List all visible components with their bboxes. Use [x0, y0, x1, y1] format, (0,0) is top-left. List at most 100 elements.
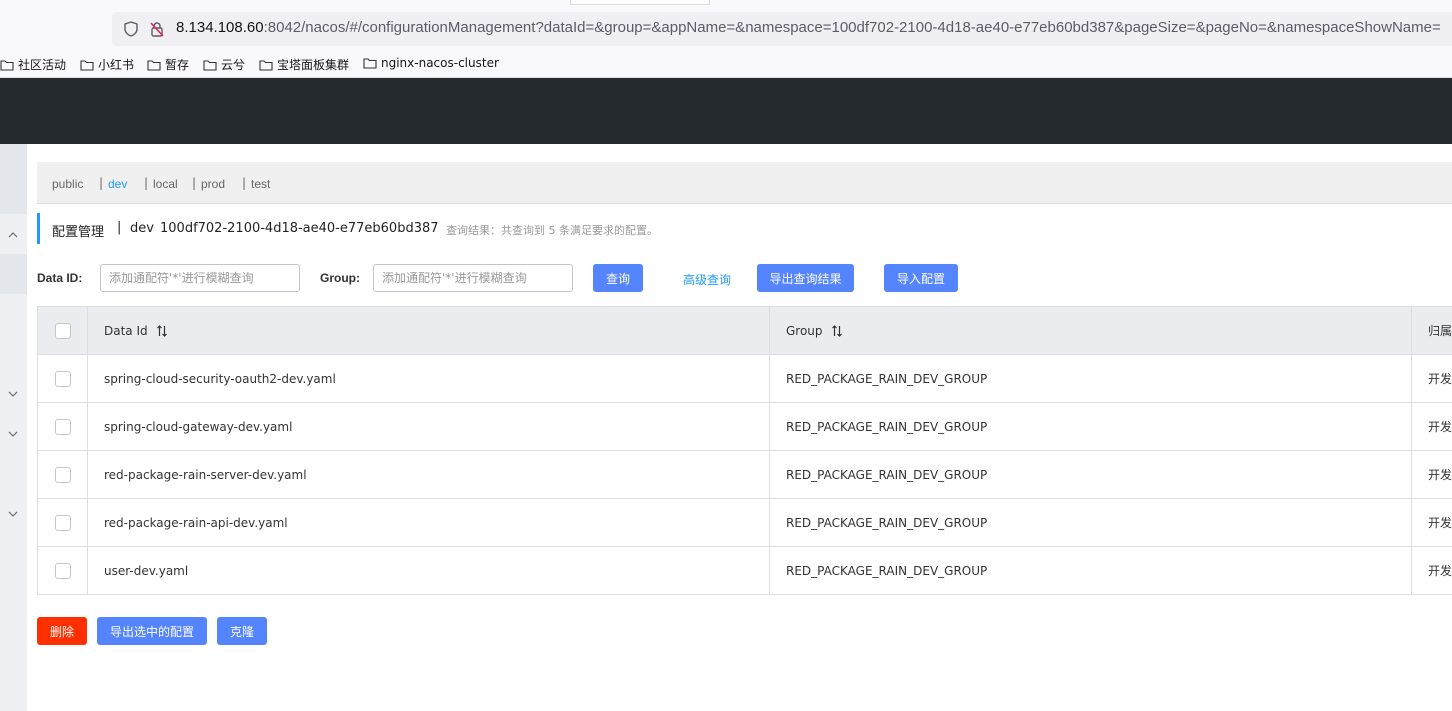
app-header — [0, 78, 1452, 144]
namespace-separator: | — [242, 176, 247, 190]
row-dataid[interactable]: spring-cloud-security-oauth2-dev.yaml — [88, 355, 770, 402]
bookmark-label: 暂存 — [165, 58, 190, 72]
bookmark-folder[interactable]: 暂存 — [147, 56, 189, 73]
table-row: spring-cloud-security-oauth2-dev.yaml RE… — [38, 355, 1452, 403]
url-host: 8.134.108.60 — [176, 19, 264, 36]
export-result-button[interactable]: 导出查询结果 — [757, 264, 854, 292]
bookmark-folder[interactable]: 小红书 — [80, 56, 134, 73]
bookmark-label: 小红书 — [98, 58, 135, 72]
chevron-down-icon[interactable] — [6, 429, 20, 439]
row-check-cell — [38, 547, 88, 594]
folder-icon — [363, 58, 377, 69]
chevron-down-icon[interactable] — [6, 389, 20, 399]
folder-icon — [203, 59, 217, 71]
row-check-cell — [38, 355, 88, 402]
row-dataid[interactable]: red-package-rain-server-dev.yaml — [88, 451, 770, 498]
table-row: red-package-rain-server-dev.yaml RED_PAC… — [38, 451, 1452, 499]
row-checkbox[interactable] — [54, 418, 71, 435]
header-dataid[interactable]: Data Id — [88, 307, 770, 354]
import-config-button[interactable]: 导入配置 — [884, 264, 958, 292]
row-checkbox[interactable] — [54, 466, 71, 483]
row-app: 开发 — [1428, 516, 1452, 530]
page-title-bar: 配置管理 | dev 100df702-2100-4d18-ae40-e77eb… — [37, 213, 658, 244]
dataid-input[interactable] — [100, 264, 300, 292]
row-checkbox[interactable] — [54, 562, 71, 579]
url-text[interactable]: 8.134.108.60:8042/nacos/#/configurationM… — [176, 19, 1441, 36]
url-path: :8042/nacos/#/configurationManagement?da… — [263, 19, 1441, 36]
delete-button[interactable]: 删除 — [37, 617, 87, 645]
folder-icon — [0, 59, 14, 71]
header-app: 归属 — [1412, 307, 1452, 354]
namespace-prod[interactable]: prod — [201, 177, 225, 191]
tab-edge — [570, 0, 710, 5]
row-check-cell — [38, 451, 88, 498]
sidebar-rail — [0, 144, 27, 711]
row-app: 开发 — [1428, 420, 1452, 434]
row-group: RED_PACKAGE_RAIN_DEV_GROUP — [770, 451, 1412, 498]
header-check-cell — [38, 307, 88, 354]
bookmark-label: nginx-nacos-cluster — [381, 56, 499, 70]
namespace-test[interactable]: test — [251, 177, 270, 191]
title-namespace-name: dev — [130, 221, 154, 236]
namespace-separator: | — [192, 176, 197, 190]
bookmark-folder[interactable]: 云兮 — [203, 56, 245, 73]
row-check-cell — [38, 403, 88, 450]
bookmark-label: 云兮 — [221, 58, 246, 72]
row-checkbox[interactable] — [54, 370, 71, 387]
table-header: Data Id Group 归属 — [38, 307, 1452, 355]
namespace-local[interactable]: local — [153, 177, 178, 191]
row-app: 开发 — [1428, 468, 1452, 482]
chevron-down-icon[interactable] — [6, 509, 20, 519]
namespace-separator: | — [99, 176, 104, 190]
header-app-label: 归属 — [1428, 324, 1452, 338]
table-row: spring-cloud-gateway-dev.yaml RED_PACKAG… — [38, 403, 1452, 451]
select-all-checkbox[interactable] — [54, 322, 71, 339]
row-app: 开发 — [1428, 564, 1452, 578]
bookmarks-bar: 社区活动 小红书 暂存 云兮 宝塔面板集群 nginx-nacos-cluste… — [0, 50, 1452, 78]
query-result-text: 查询结果：共查询到 5 条满足要求的配置。 — [446, 224, 658, 237]
bookmark-folder[interactable]: 社区活动 — [0, 56, 66, 73]
folder-icon — [80, 59, 94, 71]
shield-icon[interactable] — [124, 21, 138, 37]
clone-button[interactable]: 克隆 — [217, 617, 267, 645]
table-row: red-package-rain-api-dev.yaml RED_PACKAG… — [38, 499, 1452, 547]
table-row: user-dev.yaml RED_PACKAGE_RAIN_DEV_GROUP… — [38, 547, 1452, 595]
row-checkbox[interactable] — [54, 514, 71, 531]
row-dataid[interactable]: red-package-rain-api-dev.yaml — [88, 499, 770, 546]
config-table: Data Id Group 归属 spring-cloud-security-o… — [37, 306, 1452, 595]
header-dataid-label: Data Id — [104, 323, 148, 338]
page-title: 配置管理 — [52, 225, 105, 240]
row-app: 开发 — [1428, 372, 1452, 386]
title-namespace-id: 100df702-2100-4d18-ae40-e77eb60bd387 — [160, 221, 439, 236]
browser-toolbar: 8.134.108.60:8042/nacos/#/configurationM… — [0, 0, 1452, 50]
title-separator: | — [117, 220, 122, 235]
chevron-up-icon[interactable] — [6, 230, 20, 240]
row-group: RED_PACKAGE_RAIN_DEV_GROUP — [770, 403, 1412, 450]
folder-icon — [147, 59, 161, 71]
bookmark-folder[interactable]: 宝塔面板集群 — [259, 56, 349, 73]
row-group: RED_PACKAGE_RAIN_DEV_GROUP — [770, 355, 1412, 402]
namespace-public[interactable]: public — [52, 177, 83, 191]
export-selected-button[interactable]: 导出选中的配置 — [97, 617, 207, 645]
query-button[interactable]: 查询 — [593, 264, 643, 292]
sort-icon[interactable] — [156, 324, 168, 337]
bookmark-folder[interactable]: nginx-nacos-cluster — [363, 56, 499, 70]
namespace-dev[interactable]: dev — [108, 177, 127, 191]
sidebar-divider-block — [0, 254, 27, 294]
row-dataid[interactable]: user-dev.yaml — [88, 547, 770, 594]
sidebar-top-block — [0, 144, 27, 214]
insecure-lock-icon[interactable] — [150, 21, 164, 37]
advanced-query-link[interactable]: 高级查询 — [683, 271, 731, 288]
group-input[interactable] — [373, 264, 573, 292]
row-group: RED_PACKAGE_RAIN_DEV_GROUP — [770, 499, 1412, 546]
sort-icon[interactable] — [831, 324, 843, 337]
dataid-label: Data ID: — [37, 271, 83, 285]
header-group[interactable]: Group — [770, 307, 1412, 354]
group-label: Group: — [320, 271, 360, 285]
row-dataid[interactable]: spring-cloud-gateway-dev.yaml — [88, 403, 770, 450]
bookmark-label: 宝塔面板集群 — [277, 58, 350, 72]
namespace-bar: public | dev | local | prod | test — [37, 162, 1452, 204]
namespace-separator: | — [144, 176, 149, 190]
row-group: RED_PACKAGE_RAIN_DEV_GROUP — [770, 547, 1412, 594]
bookmark-label: 社区活动 — [18, 58, 67, 72]
